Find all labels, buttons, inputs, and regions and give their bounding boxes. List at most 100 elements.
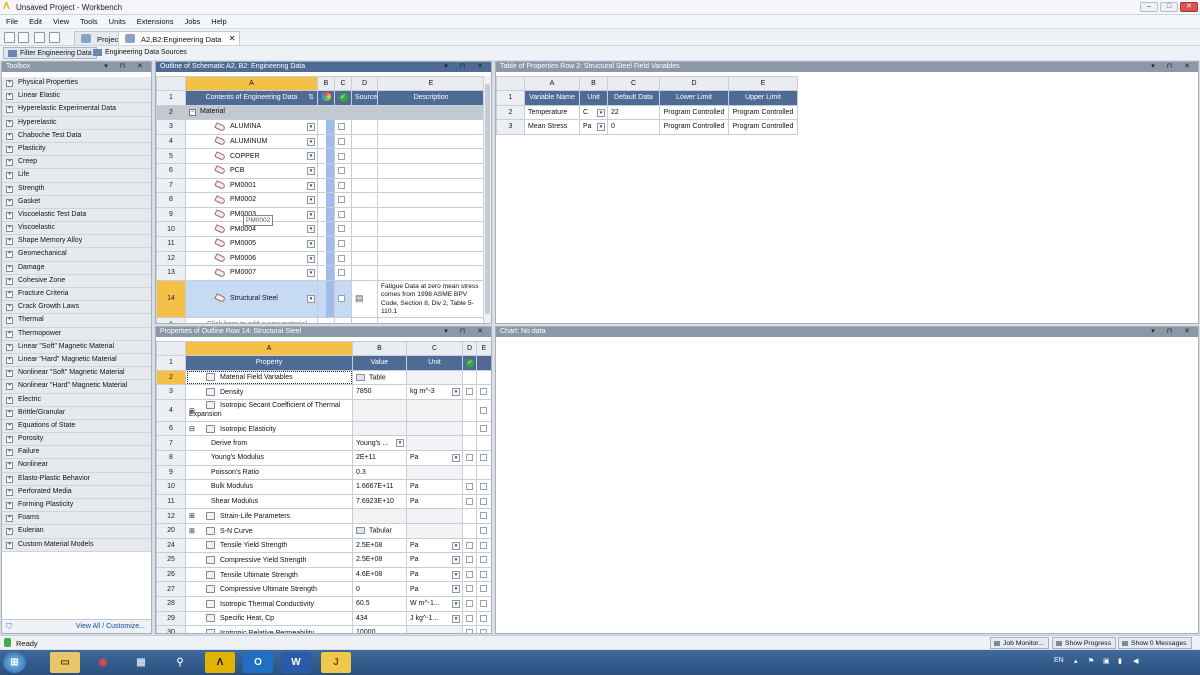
expand-icon[interactable]: + — [6, 356, 13, 364]
chrome-icon[interactable]: ◉ — [88, 652, 118, 673]
toolbox-item[interactable]: + Cohesive Zone — [2, 274, 151, 288]
collapse-icon[interactable]: − — [189, 109, 196, 117]
expand-icon[interactable]: + — [6, 343, 13, 351]
expand-icon[interactable]: + — [6, 132, 13, 140]
minimize-button[interactable]: – — [1140, 2, 1158, 12]
menu-item[interactable]: Jobs — [178, 15, 205, 26]
tray-network-icon[interactable]: ▣ — [1103, 657, 1110, 665]
parameter-checkbox[interactable] — [480, 629, 487, 633]
toolbox-item[interactable]: + Shape Memory Alloy — [2, 235, 151, 249]
toolbox-item[interactable]: + Elasto-Plastic Behavior — [2, 472, 151, 486]
expand-icon[interactable]: + — [6, 422, 13, 430]
sort-icon[interactable]: ⇅ — [308, 93, 314, 101]
expand-icon[interactable]: + — [6, 211, 13, 219]
expand-icon[interactable]: + — [6, 541, 13, 549]
filter-engineering-data-button[interactable]: Filter Engineering Data — [3, 47, 97, 59]
toolbox-item[interactable]: + Thermal — [2, 314, 151, 328]
table-row[interactable]: 9 Poisson's Ratio 0.3 — [156, 464, 491, 481]
checkbox[interactable] — [466, 541, 473, 549]
table-row[interactable]: 8 Young's Modulus 2E+11 Pa ▾ — [156, 449, 491, 466]
outlook-icon[interactable]: O — [243, 652, 273, 673]
parameter-checkbox[interactable] — [480, 454, 487, 462]
expand-icon[interactable]: + — [6, 80, 13, 87]
toolbox-item[interactable]: + Crack Growth Laws — [2, 301, 151, 315]
expand-icon[interactable]: + — [6, 515, 13, 523]
table-row[interactable]: 2 Temperature C ▾ 22 Program Controlled Progra… — [496, 104, 798, 121]
parameter-checkbox[interactable] — [480, 512, 487, 520]
parameter-checkbox[interactable] — [480, 585, 487, 593]
toolbox-item[interactable]: + Forming Plasticity — [2, 499, 151, 513]
dropdown-icon[interactable]: ▾ — [307, 210, 315, 219]
expand-icon[interactable]: + — [6, 475, 13, 483]
table-row[interactable]: 6 ⊟ Isotropic Elasticity — [156, 420, 491, 437]
toolbox-item[interactable]: + Chaboche Test Data — [2, 129, 151, 143]
job-monitor-button[interactable]: Job Monitor... — [990, 637, 1049, 649]
dropdown-icon[interactable]: ▾ — [307, 196, 315, 205]
table-row[interactable]: 29 Specific Heat, Cp 434 J kg^-1... ▾ — [156, 610, 491, 627]
toolbox-item[interactable]: + Plasticity — [2, 142, 151, 157]
dropdown-icon[interactable]: ▾ — [307, 239, 315, 248]
tray-signal-icon[interactable]: ▮ — [1118, 657, 1122, 665]
new-icon[interactable] — [4, 32, 15, 43]
app-icon[interactable]: J — [321, 652, 351, 673]
parameter-checkbox[interactable] — [480, 483, 487, 491]
checkbox[interactable] — [338, 269, 345, 277]
checkbox[interactable] — [338, 225, 345, 233]
checkbox[interactable] — [338, 295, 345, 303]
expand-icon[interactable]: + — [6, 436, 13, 444]
unit-dropdown-icon[interactable]: ▾ — [597, 123, 605, 132]
expand-icon[interactable]: + — [6, 409, 13, 417]
unit-dropdown-icon[interactable]: ▾ — [452, 614, 460, 623]
checkbox[interactable] — [338, 181, 345, 189]
add-material-row[interactable]: *Click here to add a new material — [156, 316, 485, 323]
toolbox-item[interactable]: + Viscoelastic Test Data — [2, 208, 151, 223]
menu-item[interactable]: Extensions — [131, 15, 179, 26]
unit-dropdown-icon[interactable]: ▾ — [452, 570, 460, 579]
expand-icon[interactable]: + — [6, 449, 13, 457]
toolbox-item[interactable]: + Geomechanical — [2, 248, 151, 262]
toolbox-item[interactable]: + Gasket — [2, 195, 151, 209]
derive-dropdown-icon[interactable]: ▾ — [396, 439, 404, 448]
checkbox[interactable] — [466, 614, 473, 622]
table-row[interactable]: 8 PM0002 ▾ — [156, 192, 485, 208]
expand-icon[interactable]: + — [6, 225, 13, 233]
menu-item[interactable]: View — [47, 15, 74, 26]
checkbox[interactable] — [466, 600, 473, 608]
tray-volume-icon[interactable]: ◀ — [1133, 657, 1138, 665]
expand-icon[interactable]: + — [6, 159, 13, 167]
toolbox-item[interactable]: + Hyperelastic Experimental Data — [2, 103, 151, 117]
toolbox-item[interactable]: + Hyperelastic — [2, 116, 151, 130]
toolbox-item[interactable]: + Failure — [2, 446, 151, 460]
table-row[interactable]: 6 PCB ▾ — [156, 162, 485, 179]
filter-toolbox-icon[interactable]: ⛉ — [6, 622, 12, 632]
checkbox[interactable] — [466, 570, 473, 578]
dropdown-icon[interactable]: ▾ — [307, 152, 315, 161]
toolbox-item[interactable]: + Custom Material Models — [2, 538, 151, 552]
toolbox-item[interactable]: + Creep — [2, 156, 151, 170]
unit-dropdown-icon[interactable]: ▾ — [452, 585, 460, 594]
view-all-customize-link[interactable]: View All / Customize... — [76, 623, 145, 630]
outline-scrollbar[interactable] — [483, 76, 491, 323]
table-row[interactable]: 30 Isotropic Relative Permeability 10000 — [156, 625, 491, 633]
word-icon[interactable]: W — [281, 652, 311, 673]
checkbox[interactable] — [466, 388, 473, 396]
parameter-checkbox[interactable] — [480, 614, 487, 622]
toolbox-item[interactable]: + Nonlinear "Hard" Magnetic Material — [2, 380, 151, 394]
table-row[interactable]: 5 COPPER ▾ — [156, 148, 485, 164]
menu-item[interactable]: File — [0, 15, 23, 26]
save-as-icon[interactable] — [49, 32, 60, 43]
toolbox-item[interactable]: + Brittle/Granular — [2, 406, 151, 420]
table-row[interactable]: 10 Bulk Modulus 1.6667E+11 Pa — [156, 479, 491, 495]
expand-icon[interactable]: + — [6, 106, 13, 114]
checkbox[interactable] — [466, 585, 473, 593]
dropdown-icon[interactable]: ▾ — [307, 294, 315, 303]
toolbox-item[interactable]: + Strength — [2, 182, 151, 196]
maximize-button[interactable]: □ — [1160, 2, 1178, 12]
unit-dropdown-icon[interactable]: ▾ — [452, 388, 460, 397]
parameter-checkbox[interactable] — [480, 424, 487, 432]
table-row[interactable]: 12 ⊞ Strain-Life Parameters — [156, 508, 491, 524]
search-icon[interactable]: ⚲ — [165, 652, 195, 673]
table-row[interactable]: 20 ⊞ S-N Curve Tabular — [156, 522, 491, 539]
toolbox-item[interactable]: + Viscoelastic — [2, 222, 151, 236]
expand-icon[interactable]: + — [6, 462, 13, 470]
